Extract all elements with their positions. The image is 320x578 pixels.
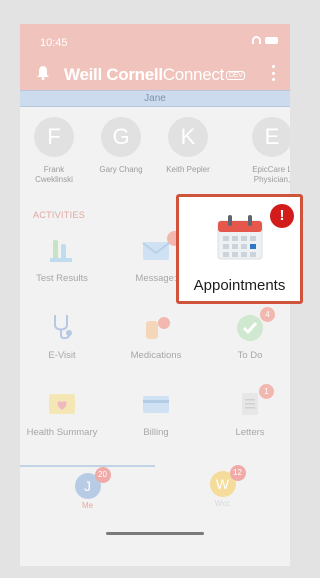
tab-me[interactable]: J 20 Me xyxy=(20,465,155,517)
heart-folder-icon xyxy=(47,390,77,418)
tile-label: Medications xyxy=(130,350,182,361)
credit-card-icon xyxy=(141,390,171,418)
status-time: 10:45 xyxy=(40,37,68,49)
battery-icon xyxy=(265,36,278,44)
status-icons xyxy=(252,36,278,44)
bottom-tab-bar: J 20 Me W 12 Wcc xyxy=(20,465,290,517)
contact-name: EpicCare L Physician, xyxy=(252,165,290,184)
wifi-icon xyxy=(252,36,261,44)
contacts-row: F Frank Cweklinski G Gary Chang K Keith … xyxy=(20,117,290,199)
avatar: E xyxy=(252,117,290,157)
checkmark-icon: 4 xyxy=(235,307,275,341)
tile-medications[interactable]: Medications xyxy=(116,313,196,361)
tile-label: Billing xyxy=(143,427,169,438)
tab-avatar-initial: W xyxy=(215,476,230,492)
avatar: K xyxy=(168,117,208,157)
avatar: G xyxy=(101,117,141,157)
tile-to-do[interactable]: 4 To Do xyxy=(210,307,290,361)
contact-name: Keith Pepler xyxy=(166,165,210,174)
document-icon: 1 xyxy=(235,384,274,418)
tile-label: To Do xyxy=(237,350,263,361)
contact-item[interactable]: G Gary Chang xyxy=(91,117,151,175)
tab-badge: 12 xyxy=(229,465,246,481)
tile-label: Test Results xyxy=(36,273,88,284)
app-logo: Weill CornellConnect DEV xyxy=(64,65,246,85)
calendar-icon xyxy=(217,213,263,261)
contact-item[interactable]: E EpicCare L Physician, xyxy=(242,117,290,185)
tab-label: Me xyxy=(81,501,94,510)
tile-health-summary[interactable]: Health Summary xyxy=(22,390,102,438)
avatar: J 20 xyxy=(74,467,111,499)
envelope-icon xyxy=(141,231,182,264)
home-indicator xyxy=(106,532,204,535)
badge: 4 xyxy=(260,307,275,322)
tile-label: Letters xyxy=(235,427,265,438)
pills-icon xyxy=(141,313,171,341)
tab-label: Wcc xyxy=(214,499,231,508)
tab-wcc[interactable]: W 12 Wcc xyxy=(155,465,290,517)
stethoscope-icon xyxy=(47,313,77,341)
appointments-tile-highlight[interactable]: ! Appointments xyxy=(176,194,303,304)
badge: 1 xyxy=(259,384,274,399)
tile-e-visit[interactable]: E-Visit xyxy=(22,313,102,361)
contact-name: Gary Chang xyxy=(99,165,143,174)
logo-tag: DEV xyxy=(225,71,246,81)
section-label-activities: ACTIVITIES xyxy=(33,210,86,220)
contact-item[interactable]: K Keith Pepler xyxy=(158,117,218,175)
contact-item[interactable]: F Frank Cweklinski xyxy=(24,117,84,185)
more-menu-icon[interactable] xyxy=(272,65,276,81)
alert-badge: ! xyxy=(270,204,294,228)
logo-bold-text: Weill Cornell xyxy=(64,65,163,84)
patient-name-bar[interactable]: Jane xyxy=(20,90,290,107)
bell-icon[interactable] xyxy=(36,65,50,80)
app-header: 10:45 Weill CornellConnect DEV xyxy=(20,24,290,90)
tile-billing[interactable]: Billing xyxy=(116,390,196,438)
avatar: F xyxy=(34,117,74,157)
appointments-label: Appointments xyxy=(193,277,286,294)
tile-label: Health Summary xyxy=(26,427,98,438)
tab-avatar-initial: J xyxy=(84,478,91,494)
avatar: W 12 xyxy=(209,465,246,497)
tile-test-results[interactable]: Test Results xyxy=(22,236,102,284)
tab-badge: 20 xyxy=(94,467,111,483)
logo-light-text: Connect xyxy=(162,65,225,84)
tile-label: E-Visit xyxy=(48,350,76,361)
tile-letters[interactable]: 1 Letters xyxy=(210,384,290,438)
test-tubes-icon xyxy=(47,236,77,264)
contact-name: Frank Cweklinski xyxy=(35,165,73,184)
